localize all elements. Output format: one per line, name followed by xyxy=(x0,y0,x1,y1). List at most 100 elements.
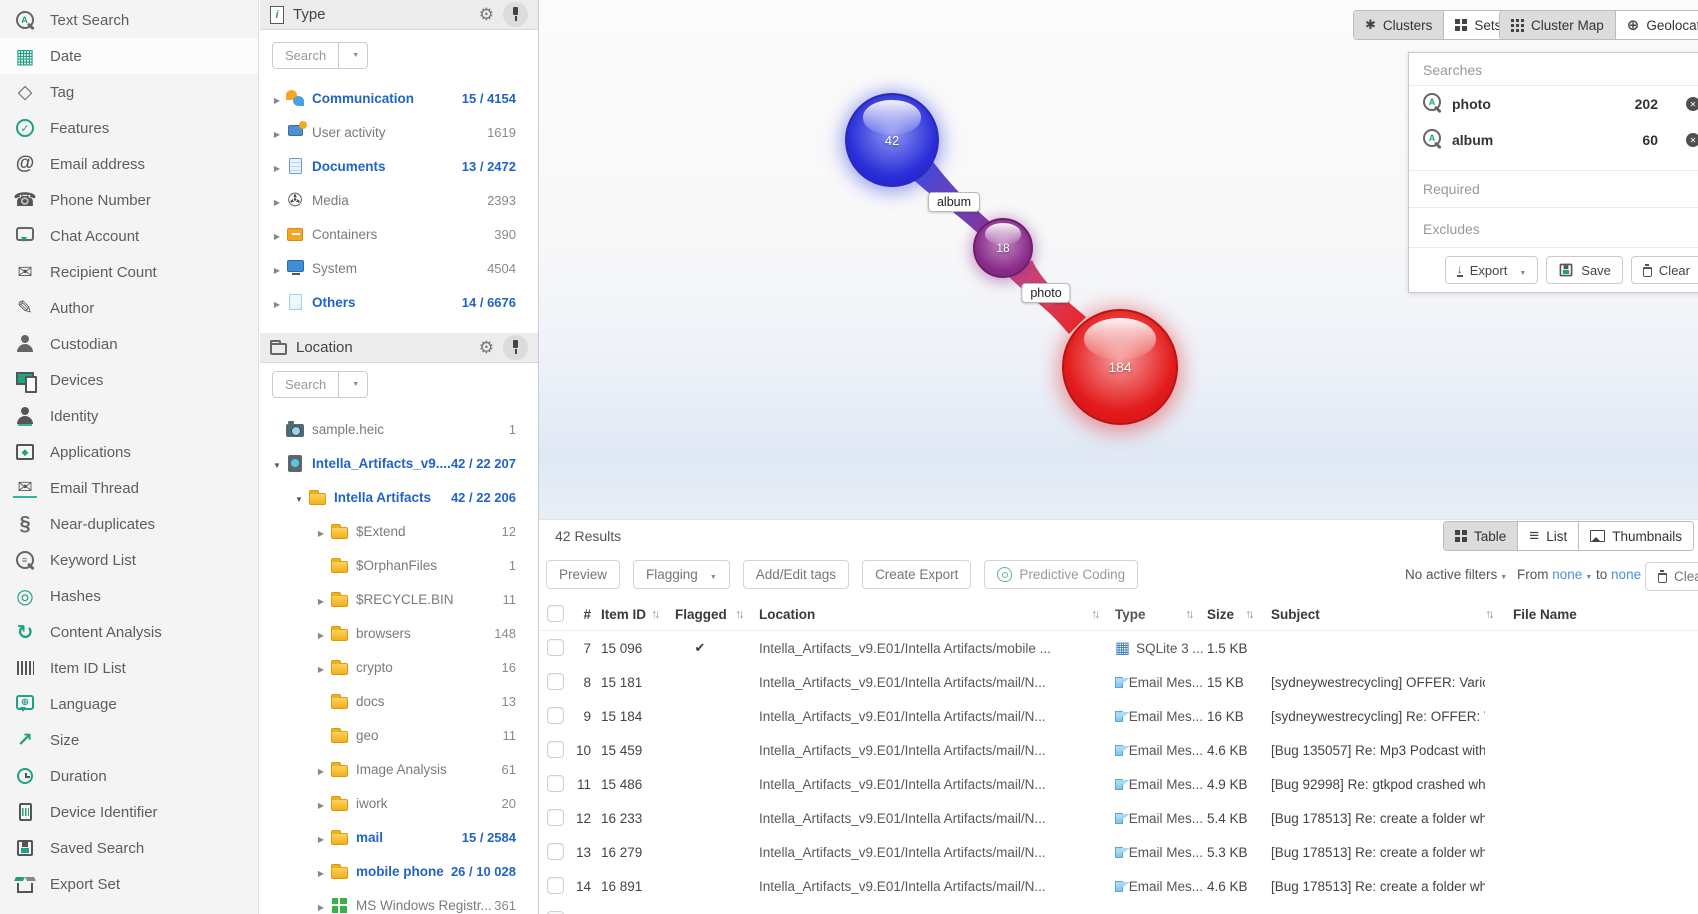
tree-item-system[interactable]: System4504 xyxy=(260,251,538,285)
cluster-bubble-18[interactable]: 18 xyxy=(973,218,1033,278)
close-icon[interactable] xyxy=(1686,97,1698,111)
active-filters-link[interactable]: No active filters xyxy=(1405,567,1507,582)
clear-button[interactable]: Clear xyxy=(1631,256,1698,284)
row-checkbox[interactable] xyxy=(547,877,564,894)
sidebar-item-saved-search[interactable]: Saved Search xyxy=(0,830,258,866)
search-button-label[interactable]: Search xyxy=(273,43,339,68)
tree-item-ms-windows-registry[interactable]: MS Windows Registr...361 xyxy=(260,888,538,914)
geolocation-button[interactable]: Geolocation xyxy=(1616,11,1698,39)
tree-item-image-analysis[interactable]: Image Analysis61 xyxy=(260,752,538,786)
table-row[interactable]: 12 16 233 Intella_Artifacts_v9.E01/Intel… xyxy=(539,801,1698,835)
table-row[interactable]: 14 16 891 Intella_Artifacts_v9.E01/Intel… xyxy=(539,869,1698,903)
tree-item-recycle-bin[interactable]: $RECYCLE.BIN11 xyxy=(260,582,538,616)
sidebar-item-email-thread[interactable]: Email Thread xyxy=(0,470,258,506)
sidebar-item-size[interactable]: Size xyxy=(0,722,258,758)
tree-item-documents[interactable]: Documents13 / 2472 xyxy=(260,149,538,183)
expander-icon[interactable] xyxy=(270,227,284,242)
tree-item-docs[interactable]: docs13 xyxy=(260,684,538,718)
sidebar-item-date[interactable]: Date xyxy=(0,38,258,74)
chevron-down-icon[interactable] xyxy=(339,372,367,397)
sort-icon[interactable] xyxy=(735,597,745,631)
table-row[interactable]: 10 15 459 Intella_Artifacts_v9.E01/Intel… xyxy=(539,733,1698,767)
table-view-button[interactable]: Table xyxy=(1444,522,1518,550)
table-row[interactable]: 8 15 181 Intella_Artifacts_v9.E01/Intell… xyxy=(539,665,1698,699)
sidebar-item-recipient-count[interactable]: Recipient Count xyxy=(0,254,258,290)
table-row[interactable]: 13 16 279 Intella_Artifacts_v9.E01/Intel… xyxy=(539,835,1698,869)
from-dropdown[interactable]: none xyxy=(1552,567,1592,582)
row-checkbox[interactable] xyxy=(547,775,564,792)
tree-item-communication[interactable]: Communication15 / 4154 xyxy=(260,81,538,115)
expander-icon[interactable] xyxy=(314,864,328,879)
tree-item-mail[interactable]: mail15 / 2584 xyxy=(260,820,538,854)
sort-icon[interactable] xyxy=(1091,597,1101,631)
cluster-bubble-184[interactable]: 184 xyxy=(1062,309,1178,425)
tree-item-orphanfiles[interactable]: $OrphanFiles1 xyxy=(260,548,538,582)
create-export-button[interactable]: Create Export xyxy=(862,560,971,589)
chevron-down-icon[interactable] xyxy=(339,43,367,68)
expander-icon[interactable] xyxy=(270,91,284,106)
sidebar-item-export-set[interactable]: Export Set xyxy=(0,866,258,902)
expander-icon[interactable] xyxy=(270,125,284,140)
sidebar-item-keyword-list[interactable]: Keyword List xyxy=(0,542,258,578)
row-checkbox[interactable] xyxy=(547,741,564,758)
tree-item-iwork[interactable]: iwork20 xyxy=(260,786,538,820)
gear-icon[interactable] xyxy=(479,338,494,358)
preview-button[interactable]: Preview xyxy=(546,560,620,589)
search-button-label[interactable]: Search xyxy=(273,372,339,397)
expander-icon[interactable] xyxy=(270,456,284,471)
expander-icon[interactable] xyxy=(314,626,328,641)
column-header-file-name[interactable]: File Name xyxy=(1513,597,1633,631)
sidebar-item-near-duplicates[interactable]: Near-duplicates xyxy=(0,506,258,542)
expander-icon[interactable] xyxy=(314,524,328,539)
table-row[interactable] xyxy=(539,903,1698,914)
column-header-location[interactable]: Location xyxy=(759,597,1089,631)
type-search-button[interactable]: Search xyxy=(272,42,368,69)
cluster-map-button[interactable]: Cluster Map xyxy=(1500,11,1616,39)
sidebar-item-custodian[interactable]: Custodian xyxy=(0,326,258,362)
expander-icon[interactable] xyxy=(314,592,328,607)
flagging-button[interactable]: Flagging xyxy=(633,560,730,589)
table-row[interactable]: 11 15 486 Intella_Artifacts_v9.E01/Intel… xyxy=(539,767,1698,801)
sidebar-item-features[interactable]: Features xyxy=(0,110,258,146)
row-checkbox[interactable] xyxy=(547,639,564,656)
expander-icon[interactable] xyxy=(314,898,328,913)
sidebar-item-item-id-list[interactable]: Item ID List xyxy=(0,650,258,686)
row-checkbox[interactable] xyxy=(547,809,564,826)
tree-item-others[interactable]: Others14 / 6676 xyxy=(260,285,538,319)
sidebar-item-tag[interactable]: Tag xyxy=(0,74,258,110)
sidebar-item-text-search[interactable]: Text Search xyxy=(0,2,258,38)
tree-item-containers[interactable]: Containers390 xyxy=(260,217,538,251)
sidebar-item-language[interactable]: Language xyxy=(0,686,258,722)
expander-icon[interactable] xyxy=(270,159,284,174)
expander-icon[interactable] xyxy=(270,261,284,276)
sidebar-item-hashes[interactable]: Hashes xyxy=(0,578,258,614)
save-button[interactable]: Save xyxy=(1546,256,1623,284)
tree-item-sample-heic[interactable]: sample.heic1 xyxy=(260,412,538,446)
row-checkbox[interactable] xyxy=(547,673,564,690)
expander-icon[interactable] xyxy=(314,762,328,777)
expander-icon[interactable] xyxy=(314,830,328,845)
tree-item-media[interactable]: Media2393 xyxy=(260,183,538,217)
sort-icon[interactable] xyxy=(1245,597,1255,631)
thumbnails-view-button[interactable]: Thumbnails xyxy=(1579,522,1693,550)
export-button[interactable]: Export xyxy=(1445,256,1539,284)
sidebar-item-applications[interactable]: Applications xyxy=(0,434,258,470)
cluster-bubble-42[interactable]: 42 xyxy=(845,93,939,187)
tree-item-browsers[interactable]: browsers148 xyxy=(260,616,538,650)
tree-item-intella-artifacts[interactable]: Intella Artifacts42 / 22 206 xyxy=(260,480,538,514)
sidebar-item-phone-number[interactable]: Phone Number xyxy=(0,182,258,218)
add-edit-tags-button[interactable]: Add/Edit tags xyxy=(743,560,849,589)
tree-item-extend[interactable]: $Extend12 xyxy=(260,514,538,548)
sort-icon[interactable] xyxy=(1485,597,1495,631)
sidebar-item-chat-account[interactable]: Chat Account xyxy=(0,218,258,254)
clear-filters-button[interactable]: Clear xyxy=(1645,562,1698,591)
select-all-checkbox[interactable] xyxy=(547,605,564,622)
sidebar-item-content-analysis[interactable]: Content Analysis xyxy=(0,614,258,650)
predictive-coding-button[interactable]: Predictive Coding xyxy=(984,560,1138,589)
column-header-subject[interactable]: Subject xyxy=(1271,597,1485,631)
sidebar-item-email-address[interactable]: Email address xyxy=(0,146,258,182)
sort-icon[interactable] xyxy=(651,597,661,631)
expander-icon[interactable] xyxy=(270,193,284,208)
sidebar-item-device-identifier[interactable]: Device Identifier xyxy=(0,794,258,830)
sidebar-item-devices[interactable]: Devices xyxy=(0,362,258,398)
